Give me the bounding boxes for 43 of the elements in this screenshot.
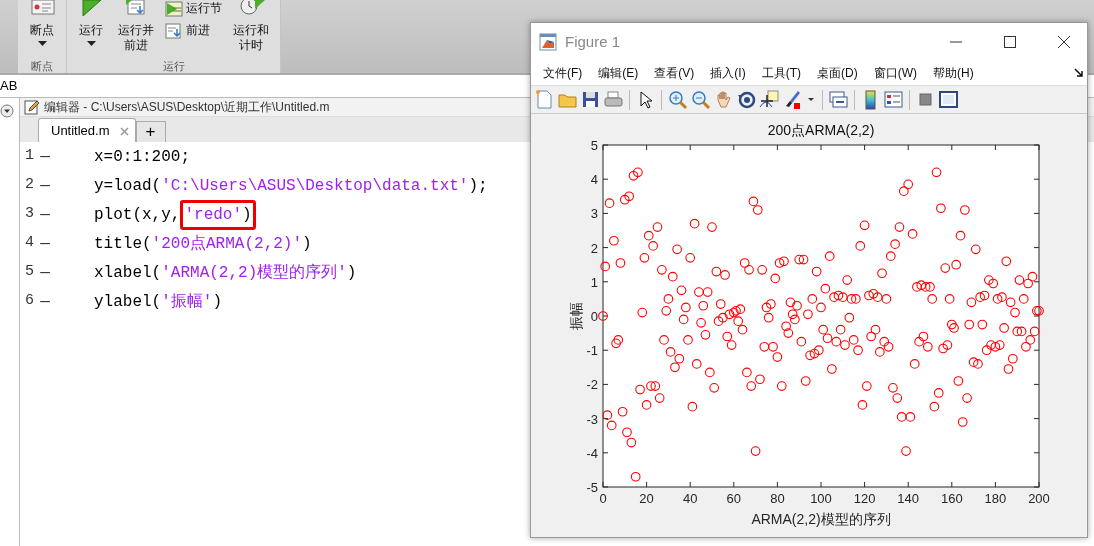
code-text: xlabel('ARMA(2,2)模型的序列') [94,262,357,284]
line-number: 3 [24,204,34,225]
line-number: 2 [24,175,34,196]
tick-label: 3 [590,206,598,222]
window-title: Figure 1 [565,31,622,52]
y-axis-label: 振幅 [568,302,584,330]
tick-label: -4 [586,445,598,461]
code-text: y=load('C:\Users\ASUS\Desktop\data.txt'); [94,175,488,197]
tick-label: 100 [810,491,832,506]
section-label: 断点 [30,59,54,73]
code-text: x=0:1:200; [94,146,190,168]
tick-label: 0 [599,491,607,506]
section-label: 运行 [161,59,186,73]
tick-label: 180 [984,491,1007,506]
tick-label: 160 [940,491,963,506]
tick-label: 4 [590,172,598,188]
annotation-box: 'redo') [180,199,256,230]
line-number: 6 [24,291,34,312]
tick-label: 80 [770,491,785,506]
address-text: AB [0,78,18,93]
tick-label: -5 [586,480,598,495]
tick-label: -3 [586,411,598,427]
line-number: 1 [24,146,34,167]
tick-label: 140 [897,491,920,506]
tick-label: 120 [853,491,876,506]
tick-label: -2 [586,377,598,393]
tick-label: 0 [590,309,598,324]
code-text: plot(x,y, [94,204,181,226]
line-number: 4 [24,233,34,254]
tick-label: 60 [726,491,742,506]
code-text: ylabel('振幅') [94,291,223,313]
tick-label: 40 [682,491,698,506]
code-text: title('200点ARMA(2,2)') [94,233,312,255]
tick-label: -1 [586,343,598,359]
tick-label: 20 [639,491,654,506]
chart-title: 200点ARMA(2,2) [767,122,875,138]
editor-title: 编辑器 - C:\Users\ASUS\Desktop\近期工作\Untitled.m [44,99,330,116]
tick-label: 200 [1028,491,1050,506]
tick-label: 2 [590,240,598,256]
x-axis-label: ARMA(2,2)模型的序列 [751,511,891,527]
tick-label: 1 [590,274,598,290]
tick-label: 5 [590,138,598,153]
line-number: 5 [24,262,34,283]
